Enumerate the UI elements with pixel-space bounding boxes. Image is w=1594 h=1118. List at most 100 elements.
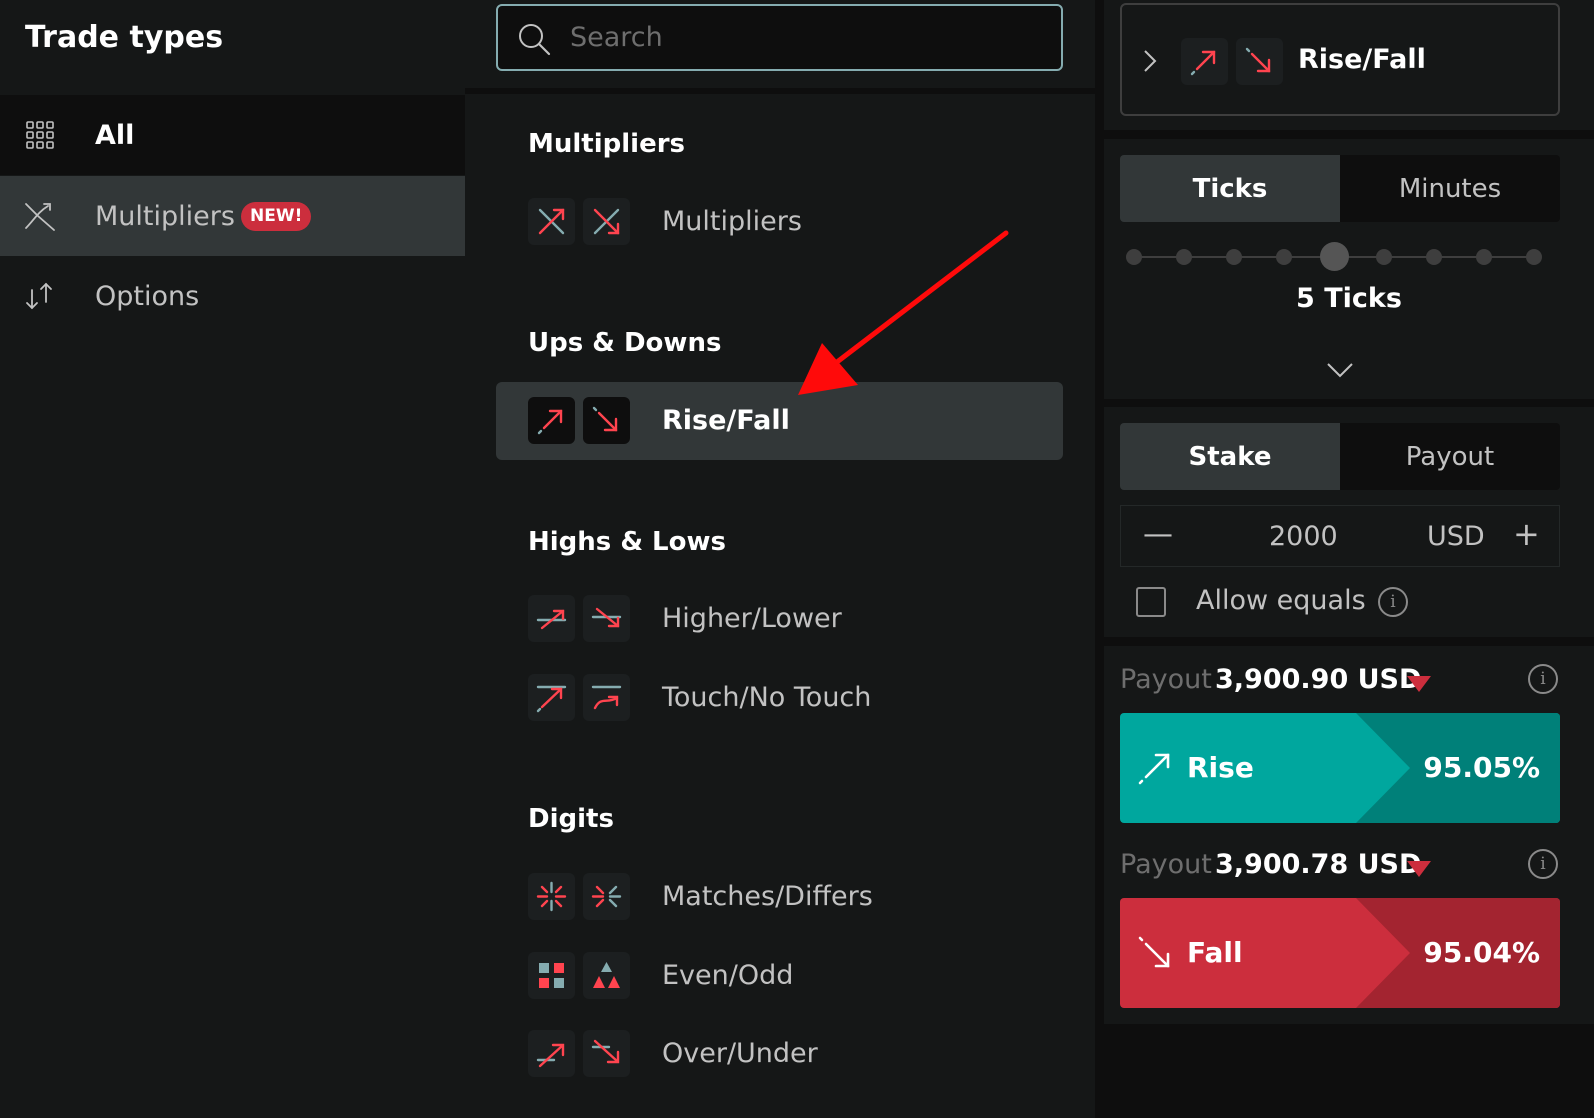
sidebar-item-options[interactable]: Options [0, 256, 465, 336]
no-touch-icon [591, 685, 622, 710]
stake-amount[interactable]: 2000 [1269, 521, 1338, 552]
tab-payout[interactable]: Payout [1340, 423, 1560, 490]
rise-icon [537, 409, 563, 435]
fall-label: Fall [1187, 936, 1243, 969]
info-icon[interactable]: i [1378, 587, 1408, 617]
slider-dot[interactable] [1176, 249, 1192, 265]
rise-payout-info: Payout 3,900.90 USD i [1120, 662, 1560, 702]
matches-icon [536, 881, 567, 912]
fall-button[interactable]: Fall 95.04% [1120, 898, 1560, 1008]
caret-down-icon [1407, 676, 1431, 692]
fall-payout-value: 3,900.78 USD [1215, 849, 1422, 880]
tab-stake[interactable]: Stake [1120, 423, 1340, 490]
slider-dot[interactable] [1376, 249, 1392, 265]
trade-item-touch-no-touch[interactable]: Touch/No Touch [496, 659, 1063, 737]
new-badge: NEW! [241, 202, 312, 231]
slider-dot[interactable] [1526, 249, 1542, 265]
slider-dot[interactable] [1276, 249, 1292, 265]
trade-item-higher-lower[interactable]: Higher/Lower [496, 580, 1063, 658]
tab-ticks[interactable]: Ticks [1120, 155, 1340, 222]
lower-icon [591, 607, 622, 628]
trade-types-sidebar: Trade types All Multipliers NEW! Options [0, 0, 465, 1118]
trade-item-label: Rise/Fall [662, 405, 790, 436]
search-icon [519, 24, 551, 56]
group-title-highs-lows: Highs & Lows [528, 527, 726, 557]
grid-icon [26, 121, 54, 149]
trade-item-matches-differs[interactable]: Matches/Differs [496, 858, 1063, 936]
sidebar-title: Trade types [25, 20, 224, 55]
odd-icon [593, 962, 620, 988]
options-arrows-icon [26, 282, 52, 310]
sidebar-item-all[interactable]: All [0, 95, 465, 175]
annotation-arrow [798, 230, 1009, 395]
divider [465, 88, 1095, 94]
differs-icon [591, 885, 622, 908]
amount-toggle: Stake Payout [1120, 423, 1560, 490]
higher-icon [536, 609, 567, 630]
duration-panel: Ticks Minutes 5 Ticks [1104, 139, 1594, 399]
caret-down-icon [1407, 861, 1431, 877]
slider-dot[interactable] [1126, 249, 1142, 265]
increase-button[interactable]: + [1513, 518, 1540, 550]
trade-type-panel: Rise/Fall [1104, 0, 1594, 130]
fall-icon [592, 406, 618, 432]
info-icon[interactable]: i [1528, 849, 1558, 879]
multipliers-icon [25, 203, 55, 231]
fall-percent: 95.04% [1423, 936, 1540, 969]
currency-label: USD [1427, 521, 1485, 552]
stake-input[interactable]: — 2000 USD + [1120, 505, 1560, 567]
rise-percent: 95.05% [1423, 751, 1540, 784]
allow-equals-label: Allow equals [1196, 585, 1366, 616]
decrease-button[interactable]: — [1143, 520, 1173, 550]
fall-arrow-icon [1138, 936, 1170, 968]
trade-item-label: Touch/No Touch [662, 682, 872, 713]
allow-equals-row: Allow equals i [1136, 585, 1556, 621]
group-title-digits: Digits [528, 804, 614, 834]
even-icon [539, 963, 564, 988]
trade-type-list: Search Multipliers Multipliers Ups & Dow… [465, 0, 1095, 1118]
ticks-value: 5 Ticks [1296, 283, 1402, 314]
ticks-slider[interactable] [1126, 242, 1542, 271]
chevron-right-icon [1144, 50, 1157, 72]
trade-item-label: Matches/Differs [662, 881, 873, 912]
trade-item-over-under[interactable]: Over/Under [496, 1015, 1063, 1093]
group-title-ups-downs: Ups & Downs [528, 328, 722, 358]
rise-arrow-icon [1138, 753, 1170, 785]
info-icon[interactable]: i [1528, 664, 1558, 694]
fall-icon [1245, 47, 1271, 73]
touch-icon [536, 685, 567, 713]
trade-item-label: Higher/Lower [662, 603, 842, 634]
multiplier-up-icon [538, 208, 565, 235]
trade-item-even-odd[interactable]: Even/Odd [496, 937, 1063, 1015]
slider-dot[interactable] [1226, 249, 1242, 265]
tab-minutes[interactable]: Minutes [1340, 155, 1560, 222]
trade-item-label: Even/Odd [662, 960, 794, 991]
sidebar-item-label: Options [95, 280, 200, 312]
under-icon [591, 1039, 620, 1064]
over-icon [536, 1043, 565, 1068]
payout-label: Payout [1120, 664, 1212, 695]
sidebar-item-label: Multipliers [95, 200, 235, 232]
payout-label: Payout [1120, 849, 1212, 880]
selected-trade-label: Rise/Fall [1298, 44, 1426, 75]
duration-toggle: Ticks Minutes [1120, 155, 1560, 222]
allow-equals-checkbox[interactable] [1136, 587, 1166, 617]
trade-type-selector[interactable]: Rise/Fall [1120, 3, 1560, 116]
fall-payout-info: Payout 3,900.78 USD i [1120, 847, 1560, 887]
sidebar-item-multipliers[interactable]: Multipliers NEW! [0, 176, 465, 256]
chevron-down-icon[interactable] [1326, 361, 1354, 379]
multiplier-down-icon [593, 208, 620, 235]
rise-payout-value: 3,900.90 USD [1215, 664, 1422, 695]
trade-item-label: Over/Under [662, 1038, 818, 1069]
search-placeholder: Search [570, 22, 663, 53]
rise-label: Rise [1187, 751, 1254, 784]
rise-icon [1190, 50, 1216, 76]
search-input[interactable]: Search [496, 4, 1063, 71]
slider-dot[interactable] [1426, 249, 1442, 265]
amount-panel: Stake Payout — 2000 USD + Allow equals i [1104, 407, 1594, 637]
trade-params-panel: Rise/Fall Ticks Minutes 5 Ticks Stake Pa… [1095, 0, 1594, 1118]
sidebar-item-label: All [95, 119, 135, 151]
rise-button[interactable]: Rise 95.05% [1120, 713, 1560, 823]
slider-dot[interactable] [1476, 249, 1492, 265]
slider-dot-active[interactable] [1319, 242, 1349, 271]
